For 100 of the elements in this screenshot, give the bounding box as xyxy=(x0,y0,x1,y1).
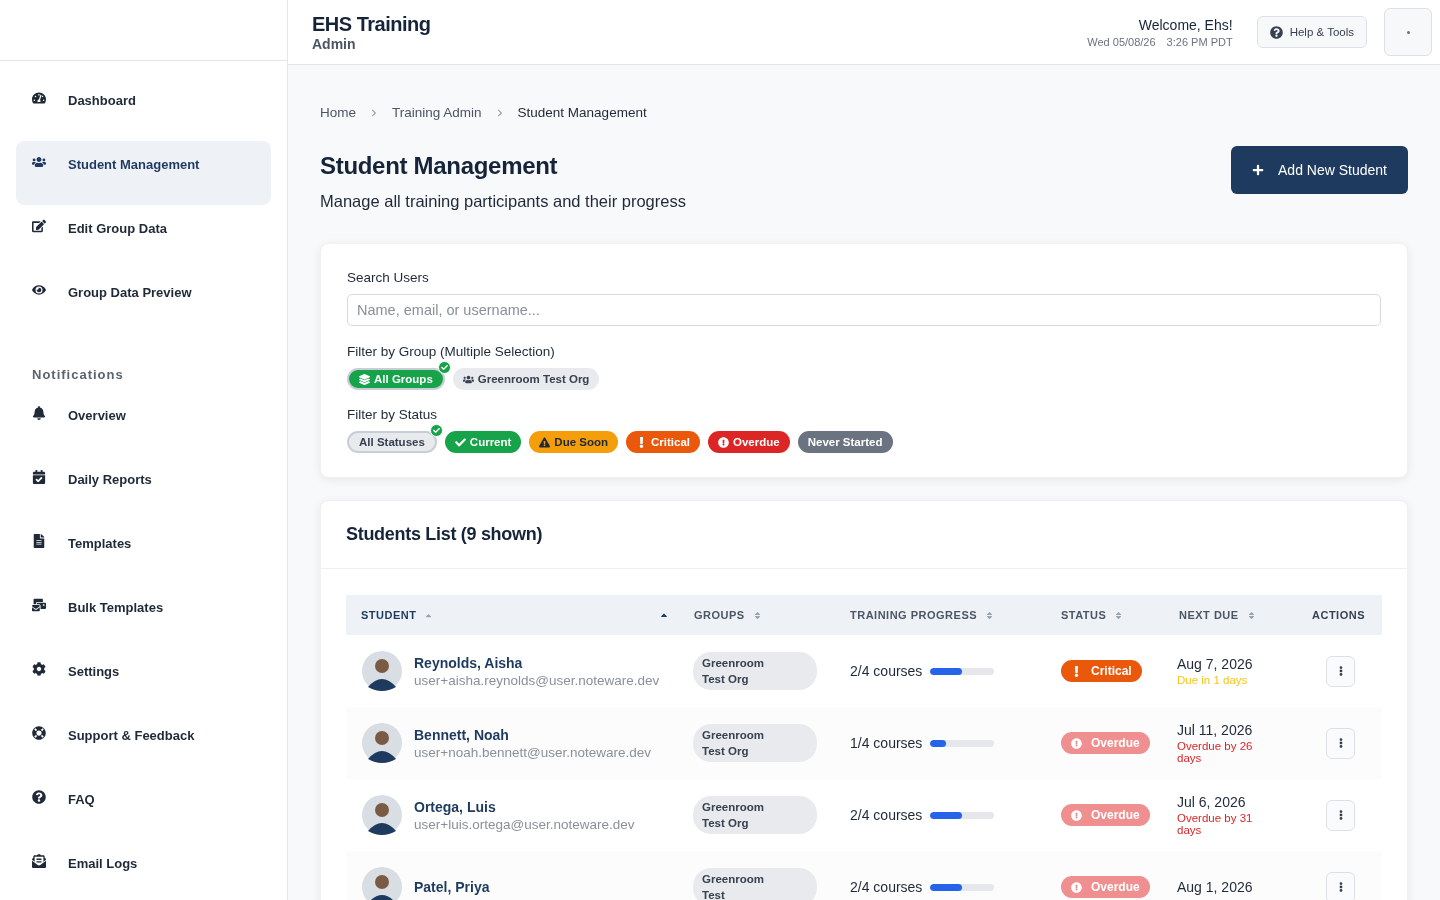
breadcrumb-link[interactable]: Student Management xyxy=(517,105,647,120)
app-title: EHS Training xyxy=(312,12,432,36)
help-button[interactable]: Help & Tools xyxy=(1256,16,1367,48)
edit-icon xyxy=(32,219,46,233)
group-tag: Greenroom Test Org xyxy=(693,652,817,690)
mail-icon xyxy=(32,598,46,612)
chevron-icon xyxy=(370,108,378,117)
group-tag: Greenroom Test Org xyxy=(693,724,817,762)
search-label: Search Users xyxy=(347,270,430,285)
section-title: Notifications xyxy=(31,366,125,384)
help-icon xyxy=(1269,25,1283,39)
due-note: Overdue by 26 days xyxy=(1177,740,1254,764)
status-chip[interactable]: Never Started xyxy=(797,431,893,453)
users-icon xyxy=(32,155,46,169)
chevron-icon xyxy=(495,108,504,117)
actions-button[interactable] xyxy=(1326,799,1355,831)
eye-icon xyxy=(32,283,46,297)
status-filter-label: Filter by Status xyxy=(347,407,439,422)
progress-text: 2/4 courses xyxy=(850,663,923,679)
nav-item[interactable]: Templates xyxy=(16,520,271,584)
group-chip[interactable]: Greenroom Test Org xyxy=(452,368,600,390)
status-chip[interactable]: Due Soon xyxy=(529,431,619,453)
column-header[interactable]: TRAINING PROGRESS xyxy=(850,609,978,621)
actions-button[interactable] xyxy=(1326,727,1355,759)
column-header[interactable]: GROUPS xyxy=(694,609,745,621)
breadcrumb-link[interactable]: Home xyxy=(320,105,356,120)
student-email: user+luis.ortega@user.noteware.dev xyxy=(414,816,635,832)
nav-item[interactable]: Overview xyxy=(16,392,271,456)
nav-item[interactable]: Edit Group Data xyxy=(16,205,271,269)
due-date: Jul 6, 2026 xyxy=(1177,794,1247,810)
time-text: 3:26 PM PDT xyxy=(1166,35,1233,48)
nav-item[interactable]: Bulk Templates xyxy=(16,584,271,648)
document-icon xyxy=(32,534,46,548)
student-name[interactable]: Ortega, Luis xyxy=(414,798,635,815)
student-email: user+noah.bennett@user.noteware.dev xyxy=(414,744,651,760)
status-chip[interactable]: All Statuses xyxy=(347,431,437,453)
column-header[interactable]: NEXT DUE xyxy=(1179,609,1239,621)
layers-icon xyxy=(359,373,370,385)
nav-item[interactable]: Student Management xyxy=(16,141,271,205)
status-badge: Critical xyxy=(1061,660,1142,682)
avatar-icon xyxy=(362,723,402,763)
avatar-icon xyxy=(362,795,402,835)
due-date: Jul 11, 2026 xyxy=(1177,722,1254,738)
student-name[interactable]: Patel, Priya xyxy=(414,879,490,895)
progress-text: 2/4 courses xyxy=(850,807,923,823)
check-icon xyxy=(454,436,466,448)
due-date: Aug 1, 2026 xyxy=(1177,879,1254,895)
dot-icon xyxy=(1406,30,1410,34)
page-subtitle: Manage all training participants and their progress xyxy=(320,192,686,211)
group-tag: Greenroom Test Org xyxy=(693,796,817,834)
plus-icon xyxy=(1252,164,1265,176)
help-icon xyxy=(32,790,46,804)
check-icon xyxy=(429,424,443,437)
student-email: user+aisha.reynolds@user.noteware.dev xyxy=(414,672,660,688)
nav-item[interactable]: Dashboard xyxy=(16,77,271,141)
avatar-icon xyxy=(362,651,402,691)
nav-item[interactable]: Daily Reports xyxy=(16,456,271,520)
actions-button[interactable] xyxy=(1326,655,1355,687)
nav-item[interactable]: FAQ xyxy=(16,776,271,840)
welcome-text: Welcome, Ehs! xyxy=(1138,16,1233,33)
app-subtitle: Admin xyxy=(312,35,357,52)
add-student-button[interactable]: Add New Student xyxy=(1231,146,1408,194)
avatar-icon xyxy=(362,867,402,900)
search-field[interactable]: Name, email, or username... xyxy=(347,294,1381,326)
student-name[interactable]: Reynolds, Aisha xyxy=(414,654,660,671)
status-badge: Overdue xyxy=(1061,732,1150,754)
date-text: Wed 05/08/26 xyxy=(1087,35,1156,48)
nav-item[interactable]: Group Data Preview xyxy=(16,269,271,333)
column-header[interactable]: STUDENT xyxy=(361,609,417,621)
breadcrumb-link[interactable]: Training Admin xyxy=(392,105,482,120)
group-tag: Greenroom Test xyxy=(693,868,817,900)
lifebuoy-icon xyxy=(32,726,46,740)
nav-item[interactable]: Support & Feedback xyxy=(16,712,271,776)
envelope-icon xyxy=(32,854,46,868)
nav-item[interactable]: Email Logs xyxy=(16,840,271,900)
warning-icon xyxy=(539,436,551,448)
settings-icon xyxy=(32,662,46,676)
users-icon xyxy=(462,373,474,385)
status-badge: Overdue xyxy=(1061,804,1150,826)
gauge-icon xyxy=(32,91,46,105)
bell-icon xyxy=(32,406,46,420)
progress-text: 2/4 courses xyxy=(850,879,923,895)
due-note: Due in 1 days xyxy=(1177,674,1249,686)
check-icon xyxy=(437,361,451,374)
column-header[interactable]: STATUS xyxy=(1061,609,1107,621)
column-header: ACTIONS xyxy=(1312,609,1365,621)
calendar-icon xyxy=(32,470,46,484)
page-title: Student Management xyxy=(320,152,559,180)
status-chip[interactable]: Overdue xyxy=(708,431,790,453)
due-date: Aug 7, 2026 xyxy=(1177,656,1254,672)
status-chip[interactable]: Critical xyxy=(626,431,701,453)
nav-item[interactable]: Settings xyxy=(16,648,271,712)
list-title: Students List (9 shown) xyxy=(346,524,543,545)
menu-button[interactable] xyxy=(1384,8,1432,56)
group-filter-label: Filter by Group (Multiple Selection) xyxy=(347,344,556,359)
status-badge: Overdue xyxy=(1061,876,1150,898)
progress-text: 1/4 courses xyxy=(850,735,923,751)
due-note: Overdue by 31 days xyxy=(1177,812,1254,836)
student-name[interactable]: Bennett, Noah xyxy=(414,726,651,743)
actions-button[interactable] xyxy=(1326,871,1355,900)
